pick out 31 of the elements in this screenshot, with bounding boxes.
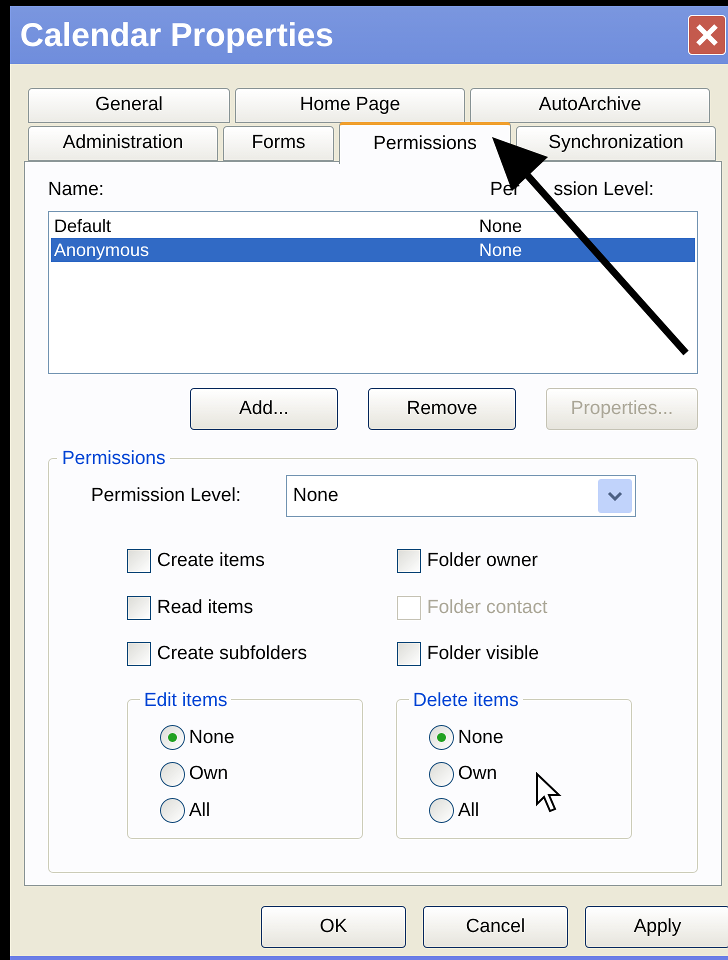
list-button[interactable]: Remove: [368, 388, 516, 430]
radio-label: All: [458, 798, 480, 822]
checkbox-label: Folder contact: [427, 596, 548, 620]
tab[interactable]: Forms: [223, 126, 334, 161]
checkbox-label: Create items: [157, 549, 265, 573]
column-header: Name:: [48, 178, 105, 202]
window-title: Calendar Properties: [20, 15, 334, 56]
tab[interactable]: Synchronization: [516, 126, 716, 161]
column-header: ssion Level:: [554, 178, 654, 202]
tab[interactable]: AutoArchive: [470, 88, 710, 123]
checkbox-label: Create subfolders: [157, 642, 307, 666]
radio-label: All: [189, 798, 210, 822]
tab[interactable]: Administration: [28, 126, 218, 161]
tab[interactable]: General: [28, 88, 230, 123]
list-row[interactable]: Default None: [51, 214, 695, 238]
checkbox-label: Read items: [157, 596, 254, 620]
radio-label: None: [458, 726, 504, 750]
radio-label: None: [189, 726, 234, 750]
checkbox-label: Folder visible: [427, 642, 539, 666]
tab[interactable]: Home Page: [235, 88, 465, 123]
dialog-button[interactable]: Apply: [585, 906, 728, 948]
permission-level-dropdown[interactable]: None: [286, 475, 636, 517]
dialog-button[interactable]: Cancel: [423, 906, 568, 948]
field-label: Permission Level:: [91, 484, 242, 508]
radio-label: Own: [458, 762, 498, 786]
list-row[interactable]: Anonymous None: [51, 238, 695, 262]
radio-label: Own: [189, 762, 228, 786]
list-button[interactable]: Add...: [190, 388, 338, 430]
checkbox-label: Folder owner: [427, 549, 538, 573]
dialog-button[interactable]: OK: [261, 906, 406, 948]
tab[interactable]: Permissions: [339, 122, 511, 164]
